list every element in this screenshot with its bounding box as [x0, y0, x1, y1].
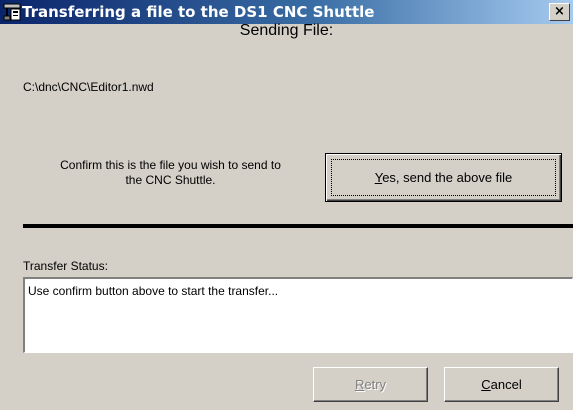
- file-path: C:\dnc\CNC\Editor1.nwd: [23, 80, 154, 94]
- yes-button-label-rest: es, send the above file: [382, 170, 513, 185]
- transfer-status-box[interactable]: Use confirm button above to start the tr…: [23, 277, 573, 353]
- transfer-status-message: Use confirm button above to start the tr…: [28, 284, 279, 298]
- confirm-instructions: Confirm this is the file you wish to sen…: [23, 158, 318, 188]
- window-title: Transferring a file to the DS1 CNC Shutt…: [22, 3, 375, 21]
- close-button[interactable]: ×: [549, 3, 570, 21]
- confirm-line-2: the CNC Shuttle.: [125, 173, 216, 187]
- yes-send-file-button[interactable]: Yes, send the above file: [325, 153, 562, 202]
- section-divider: [23, 224, 573, 228]
- yes-button-label: Yes, send the above file: [375, 170, 513, 185]
- close-icon: ×: [554, 4, 565, 19]
- cancel-button[interactable]: Cancel: [444, 367, 559, 402]
- transfer-dialog: Transferring a file to the DS1 CNC Shutt…: [0, 0, 573, 410]
- confirm-line-1: Confirm this is the file you wish to sen…: [60, 158, 281, 172]
- cnc-machine-icon: [3, 3, 21, 21]
- cancel-button-label-rest: ancel: [490, 377, 522, 392]
- retry-button-mnemonic: R: [354, 377, 365, 392]
- retry-button-label-rest: etry: [364, 377, 387, 392]
- sending-file-heading: Sending File:: [239, 22, 334, 39]
- retry-button[interactable]: Retry: [313, 367, 428, 402]
- transfer-status-label: Transfer Status:: [23, 259, 108, 273]
- cancel-button-mnemonic: C: [481, 377, 491, 392]
